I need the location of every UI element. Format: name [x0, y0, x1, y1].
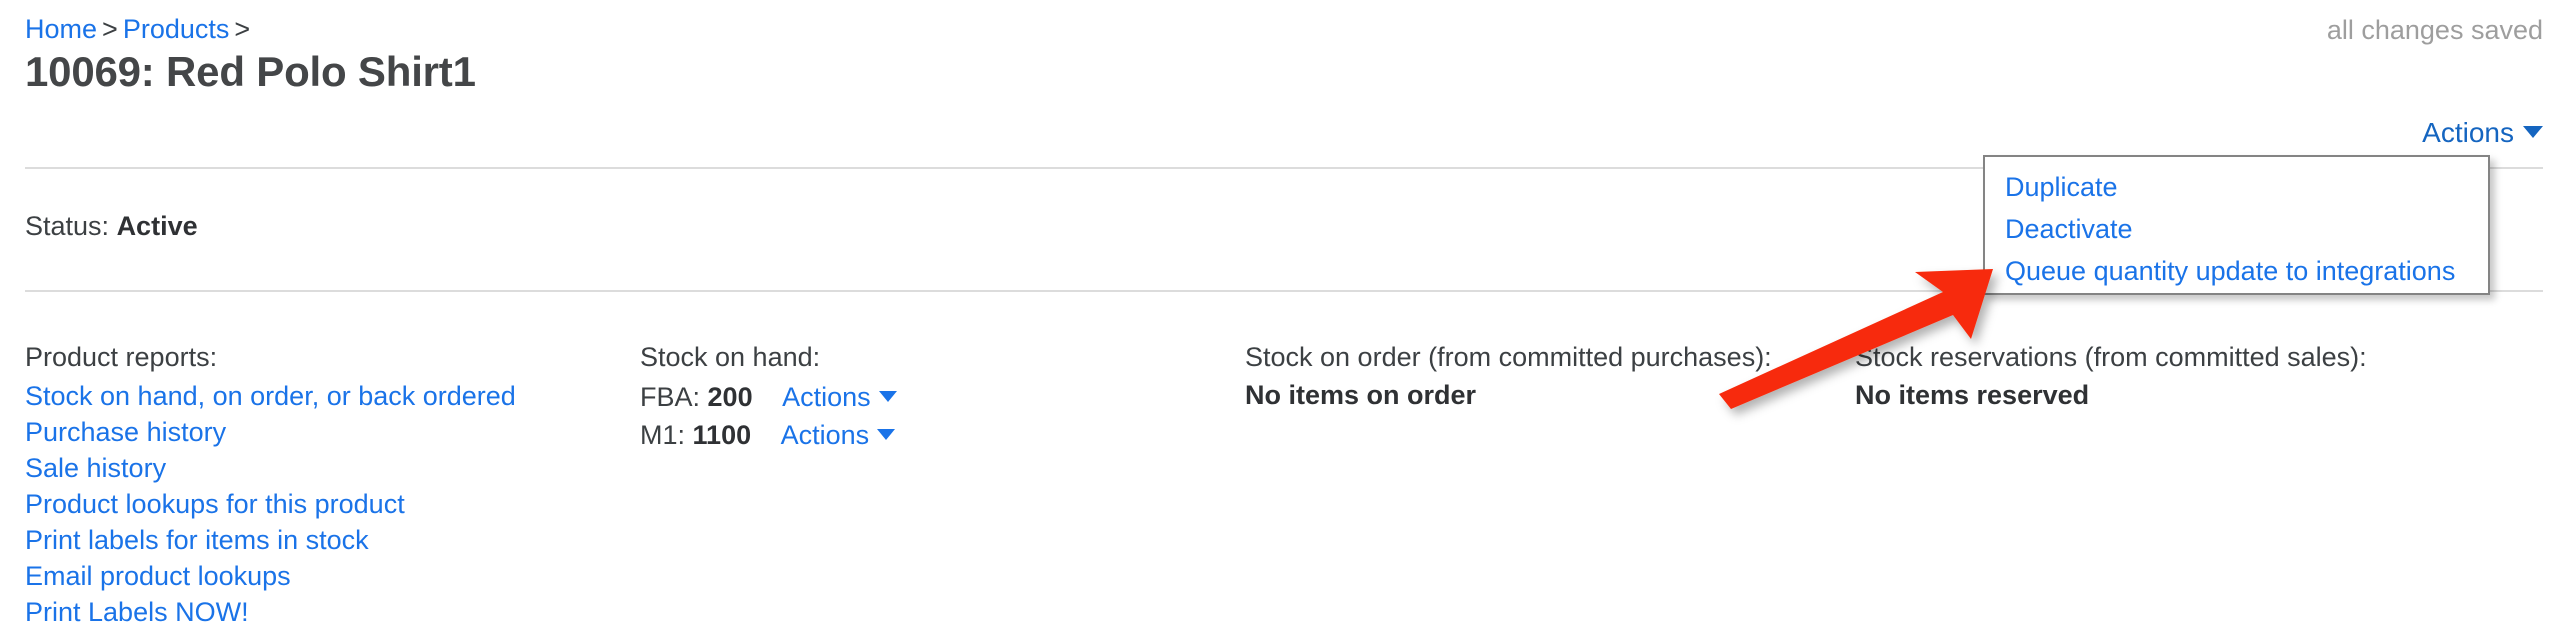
- stock-row-fba: FBA: 200 Actions: [640, 378, 1240, 416]
- product-reports-heading: Product reports:: [25, 342, 218, 372]
- breadcrumb-separator-2: >: [234, 14, 251, 44]
- stock-reservations-value: No items reserved: [1855, 380, 2090, 410]
- stock-on-order-value: No items on order: [1245, 380, 1477, 410]
- stock-row-fba-quantity: 200: [707, 382, 753, 412]
- breadcrumb-separator-1: >: [102, 14, 118, 44]
- status-row: Status: Active: [25, 210, 198, 243]
- breadcrumb: Home > Products >: [25, 13, 255, 45]
- stock-row-m1-actions-button[interactable]: Actions: [781, 420, 896, 450]
- report-link-print-labels-items-in-stock[interactable]: Print labels for items in stock: [25, 522, 625, 558]
- stock-on-hand-column: Stock on hand: FBA: 200 Actions M1: 1100…: [640, 340, 1240, 454]
- stock-row-fba-actions-label: Actions: [782, 382, 871, 412]
- stock-row-fba-location: FBA:: [640, 382, 701, 412]
- chevron-down-icon: [878, 391, 897, 402]
- breadcrumb-link-products[interactable]: Products: [123, 14, 230, 44]
- stock-reservations-heading: Stock reservations (from committed sales…: [1855, 342, 2367, 372]
- page-title: 10069: Red Polo Shirt1: [25, 48, 476, 95]
- product-reports-column: Product reports: Stock on hand, on order…: [25, 340, 625, 636]
- stock-on-hand-heading: Stock on hand:: [640, 342, 821, 372]
- chevron-down-icon: [2523, 126, 2543, 138]
- stock-reservations-column: Stock reservations (from committed sales…: [1855, 340, 2545, 412]
- stock-row-fba-actions-button[interactable]: Actions: [782, 382, 897, 412]
- product-detail-page: Home > Products > 10069: Red Polo Shirt1 al…: [0, 0, 2568, 636]
- breadcrumb-link-home[interactable]: Home: [25, 14, 97, 44]
- report-link-purchase-history[interactable]: Purchase history: [25, 414, 625, 450]
- stock-on-order-column: Stock on order (from committed purchases…: [1245, 340, 1845, 412]
- report-link-print-labels-now[interactable]: Print Labels NOW!: [25, 594, 625, 630]
- menu-item-deactivate[interactable]: Deactivate: [1985, 208, 2488, 250]
- actions-dropdown-button[interactable]: Actions: [2422, 116, 2543, 150]
- actions-dropdown-menu: Duplicate Deactivate Queue quantity upda…: [1983, 155, 2490, 295]
- status-badge: Active: [116, 211, 198, 241]
- save-status-text: all changes saved: [2326, 15, 2543, 45]
- report-link-stock-history-to-pdf[interactable]: Stock history to PDF: [25, 630, 625, 636]
- status-label: Status:: [25, 211, 110, 241]
- report-link-email-product-lookups[interactable]: Email product lookups: [25, 558, 625, 594]
- stock-row-m1-location: M1:: [640, 420, 686, 450]
- stock-row-m1: M1: 1100 Actions: [640, 416, 1240, 454]
- report-link-sale-history[interactable]: Sale history: [25, 450, 625, 486]
- menu-item-duplicate[interactable]: Duplicate: [1985, 166, 2488, 208]
- stock-row-m1-quantity: 1100: [692, 420, 752, 450]
- chevron-down-icon: [877, 429, 896, 440]
- stock-row-m1-actions-label: Actions: [780, 420, 870, 450]
- actions-dropdown-label: Actions: [2422, 117, 2514, 148]
- menu-item-queue-quantity-update[interactable]: Queue quantity update to integrations: [1985, 250, 2488, 292]
- report-link-product-lookups[interactable]: Product lookups for this product: [25, 486, 625, 522]
- stock-on-order-heading: Stock on order (from committed purchases…: [1245, 342, 1772, 372]
- report-link-stock-on-hand-on-order-back-ordered[interactable]: Stock on hand, on order, or back ordered: [25, 378, 625, 414]
